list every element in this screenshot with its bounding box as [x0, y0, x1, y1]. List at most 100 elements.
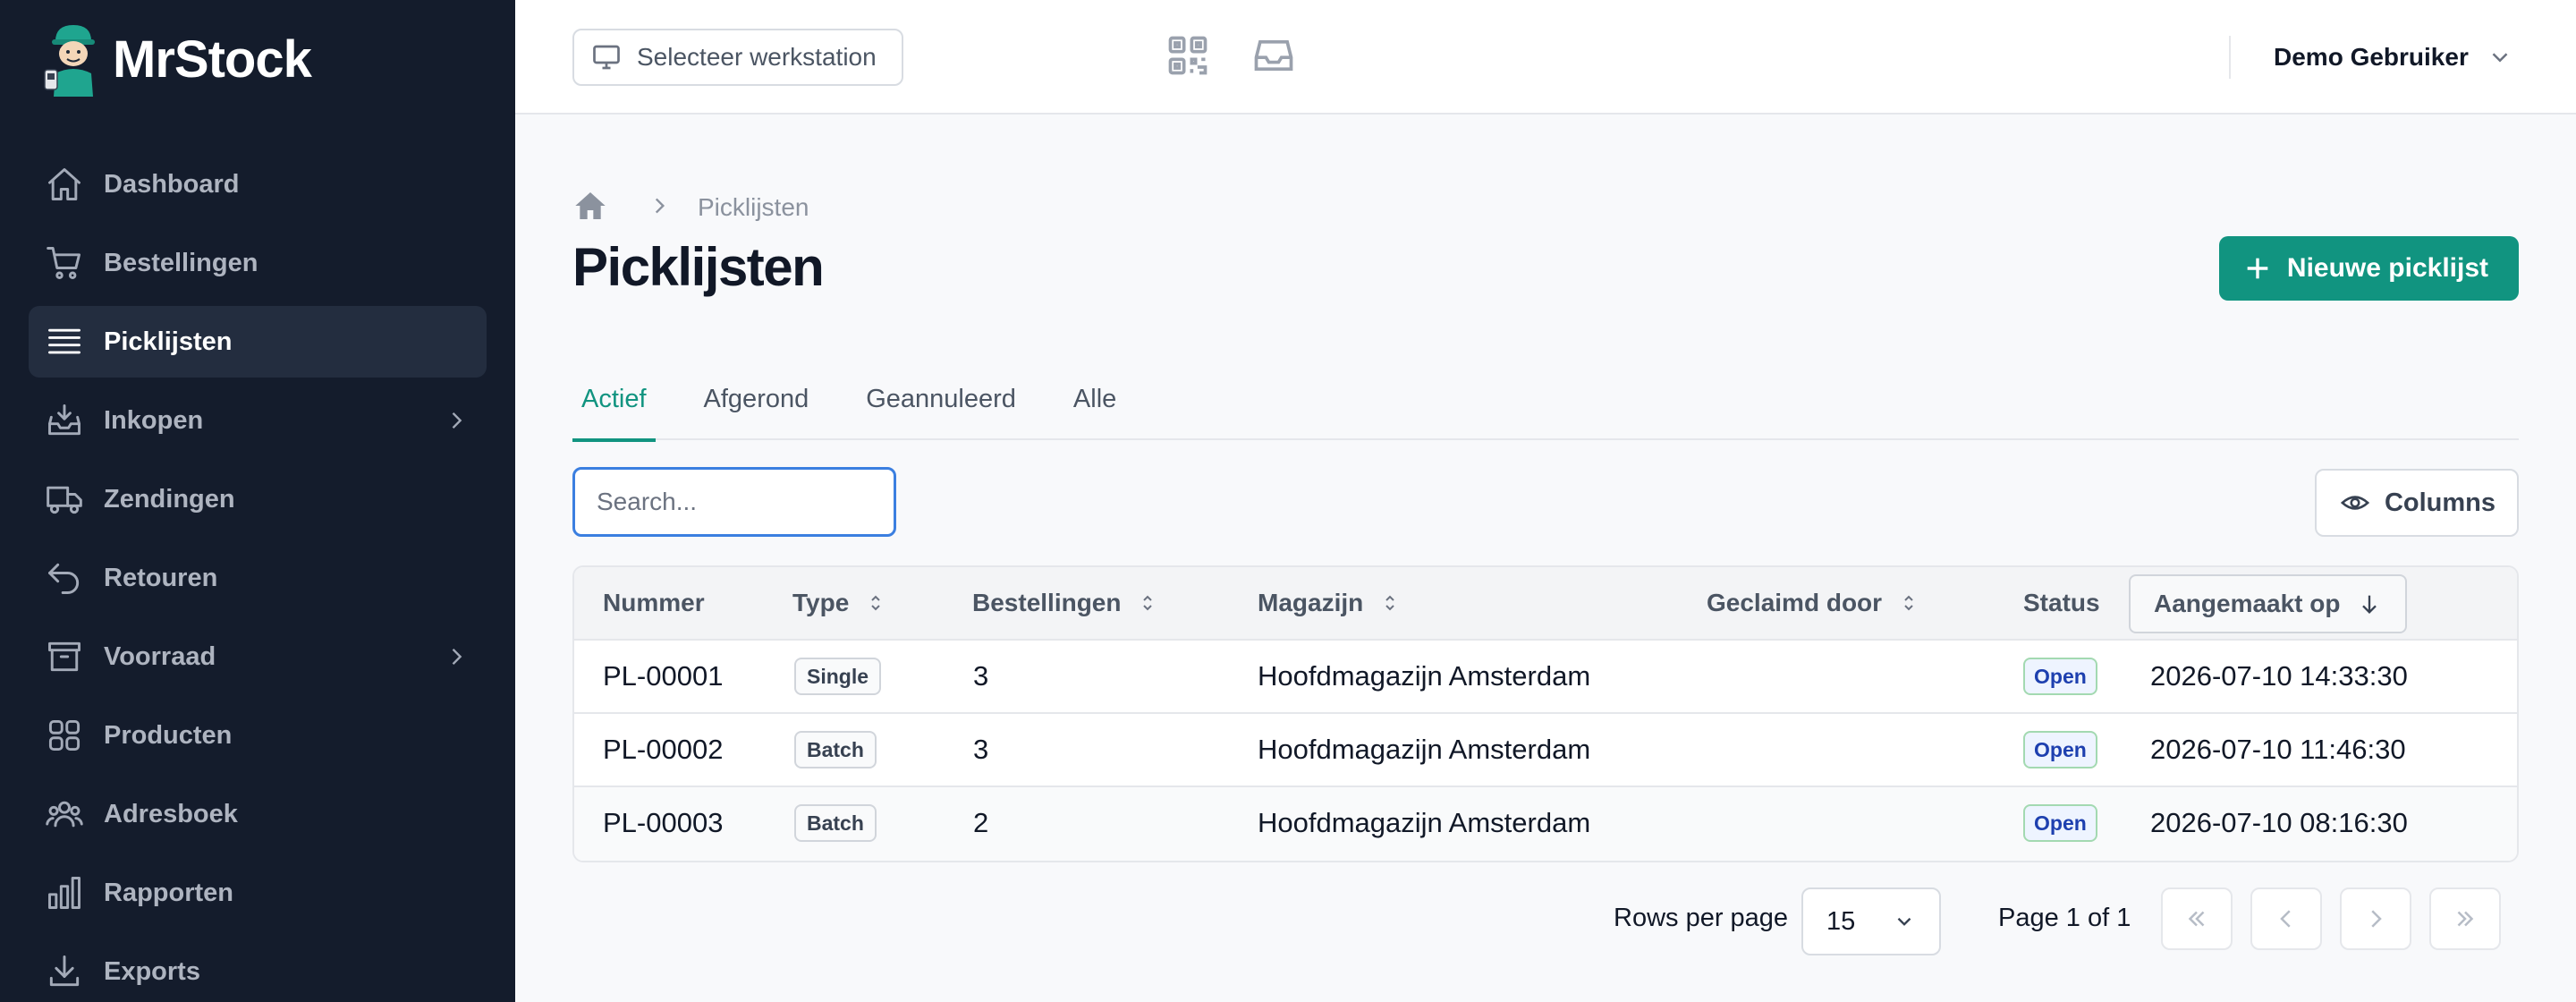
- status-badge: Open: [2023, 658, 2097, 695]
- status-badge: Open: [2023, 804, 2097, 842]
- cell-bestellingen: 2: [973, 807, 989, 838]
- sidebar-item-picklijsten[interactable]: Picklijsten: [29, 306, 487, 378]
- cell-magazijn: Hoofdmagazijn Amsterdam: [1258, 660, 1591, 692]
- cell-bestellingen: 3: [973, 660, 989, 692]
- next-page-button[interactable]: [2340, 887, 2411, 950]
- sort-icon: [1385, 595, 1394, 611]
- users-icon: [45, 794, 84, 834]
- last-page-button[interactable]: [2429, 887, 2501, 950]
- sidebar-item-label: Adresboek: [104, 799, 238, 828]
- sidebar-item-adresboek[interactable]: Adresboek: [29, 778, 487, 850]
- sidebar-item-voorraad[interactable]: Voorraad: [29, 621, 487, 692]
- sidebar-item-label: Rapporten: [104, 878, 233, 907]
- truck-icon: [45, 480, 84, 519]
- home-icon: [45, 165, 84, 204]
- columns-label: Columns: [2384, 488, 2496, 517]
- column-header-label: Aangemaakt op: [2154, 590, 2341, 617]
- sidebar-item-label: Voorraad: [104, 641, 216, 671]
- sidebar-item-bestellingen[interactable]: Bestellingen: [29, 227, 487, 299]
- sidebar-item-producten[interactable]: Producten: [29, 700, 487, 771]
- cell-aangemaakt-op: 2026-07-10 14:33:30: [2150, 660, 2408, 692]
- chevron-right-icon: [444, 644, 469, 669]
- sort-icon: [1904, 595, 1913, 611]
- sidebar-item-exports[interactable]: Exports: [29, 936, 487, 1002]
- table-header: Nummer Type Bestellingen Magazijn Geclai…: [574, 567, 2517, 641]
- column-header-nummer: Nummer: [603, 567, 705, 639]
- column-header-label: Geclaimd door: [1707, 589, 1883, 616]
- sidebar-item-dashboard[interactable]: Dashboard: [29, 149, 487, 220]
- new-picklist-button[interactable]: Nieuwe picklijst: [2218, 236, 2519, 301]
- monitor-icon: [593, 45, 620, 70]
- table-row[interactable]: PL-00001 Single 3 Hoofdmagazijn Amsterda…: [574, 641, 2517, 714]
- mascot-logo-icon: [44, 25, 95, 97]
- bar-chart-icon: [45, 873, 84, 913]
- home-icon[interactable]: [572, 188, 608, 228]
- select-workstation-button[interactable]: Selecteer werkstation: [572, 29, 903, 86]
- download-icon: [45, 952, 84, 991]
- chevrons-right-icon: [2457, 911, 2474, 927]
- cell-type: Batch: [794, 714, 877, 785]
- sidebar-item-zendingen[interactable]: Zendingen: [29, 463, 487, 535]
- column-header-aangemaakt-op[interactable]: Aangemaakt op: [2129, 574, 2407, 633]
- pagination: Rows per page 15 Page 1 of 1: [572, 887, 2519, 955]
- sidebar-item-retouren[interactable]: Retouren: [29, 542, 487, 614]
- archive-box-icon: [45, 637, 84, 676]
- type-badge: Single: [794, 658, 882, 695]
- cell-aangemaakt-op: 2026-07-10 11:46:30: [2150, 734, 2406, 765]
- tab-afgerond[interactable]: Afgerond: [695, 374, 818, 440]
- workstation-label: Selecteer werkstation: [637, 43, 877, 71]
- cell-type: Batch: [794, 787, 877, 859]
- chevron-right-icon: [648, 194, 671, 222]
- qr-code-icon[interactable]: [1165, 32, 1211, 79]
- sidebar-item-label: Producten: [104, 720, 233, 750]
- list-icon: [45, 322, 84, 361]
- rows-per-page-select[interactable]: 15: [1801, 887, 1941, 955]
- chevron-down-icon: [2492, 53, 2508, 63]
- eye-icon: [2340, 496, 2370, 510]
- previous-page-button[interactable]: [2250, 887, 2322, 950]
- column-header-type[interactable]: Type: [792, 567, 886, 639]
- cell-nummer: PL-00001: [603, 660, 724, 692]
- column-header-label: Type: [792, 589, 850, 616]
- topbar-divider: [2229, 36, 2231, 79]
- first-page-button[interactable]: [2161, 887, 2233, 950]
- chevron-down-icon: [1897, 917, 1911, 926]
- sidebar-item-label: Bestellingen: [104, 248, 258, 277]
- table-row[interactable]: PL-00002 Batch 3 Hoofdmagazijn Amsterdam…: [574, 714, 2517, 787]
- tab-geannuleerd[interactable]: Geannuleerd: [857, 374, 1025, 440]
- inbox-icon[interactable]: [1250, 32, 1297, 79]
- arrow-down-icon: [2361, 595, 2377, 614]
- plus-icon: [2247, 258, 2268, 279]
- user-menu[interactable]: Demo Gebruiker: [2274, 36, 2513, 79]
- search-input[interactable]: [572, 467, 896, 537]
- column-header-bestellingen[interactable]: Bestellingen: [972, 567, 1158, 639]
- sort-icon: [871, 595, 880, 611]
- column-header-magazijn[interactable]: Magazijn: [1258, 567, 1401, 639]
- breadcrumb: Picklijsten: [572, 186, 809, 229]
- sidebar-item-rapporten[interactable]: Rapporten: [29, 857, 487, 929]
- tab-alle[interactable]: Alle: [1064, 374, 1125, 440]
- type-badge: Batch: [794, 804, 877, 842]
- user-name: Demo Gebruiker: [2274, 43, 2469, 71]
- rows-per-page-value: 15: [1826, 906, 1856, 936]
- sidebar-item-label: Retouren: [104, 563, 218, 592]
- table-row[interactable]: PL-00003 Batch 2 Hoofdmagazijn Amsterdam…: [574, 787, 2517, 861]
- columns-button[interactable]: Columns: [2314, 469, 2519, 537]
- status-tabs: Actief Afgerond Geannuleerd Alle: [572, 374, 2519, 442]
- cell-status: Open: [2023, 714, 2097, 785]
- tab-actief[interactable]: Actief: [572, 374, 656, 442]
- chevron-left-icon: [2280, 910, 2291, 928]
- sidebar-item-label: Inkopen: [104, 405, 204, 435]
- column-header-status: Status: [2023, 567, 2100, 639]
- sidebar-item-inkopen[interactable]: Inkopen: [29, 385, 487, 456]
- top-bar: Selecteer werkstation Demo Gebruiker: [515, 0, 2576, 115]
- status-badge: Open: [2023, 731, 2097, 768]
- sort-icon: [1143, 595, 1153, 611]
- logo[interactable]: MrStock: [43, 21, 312, 97]
- cell-type: Single: [794, 641, 882, 712]
- app-name: MrStock: [113, 30, 312, 89]
- cell-nummer: PL-00003: [603, 807, 724, 838]
- column-header-geclaimd-door[interactable]: Geclaimd door: [1707, 567, 1919, 639]
- type-badge: Batch: [794, 731, 877, 768]
- column-header-label: Status: [2023, 589, 2100, 616]
